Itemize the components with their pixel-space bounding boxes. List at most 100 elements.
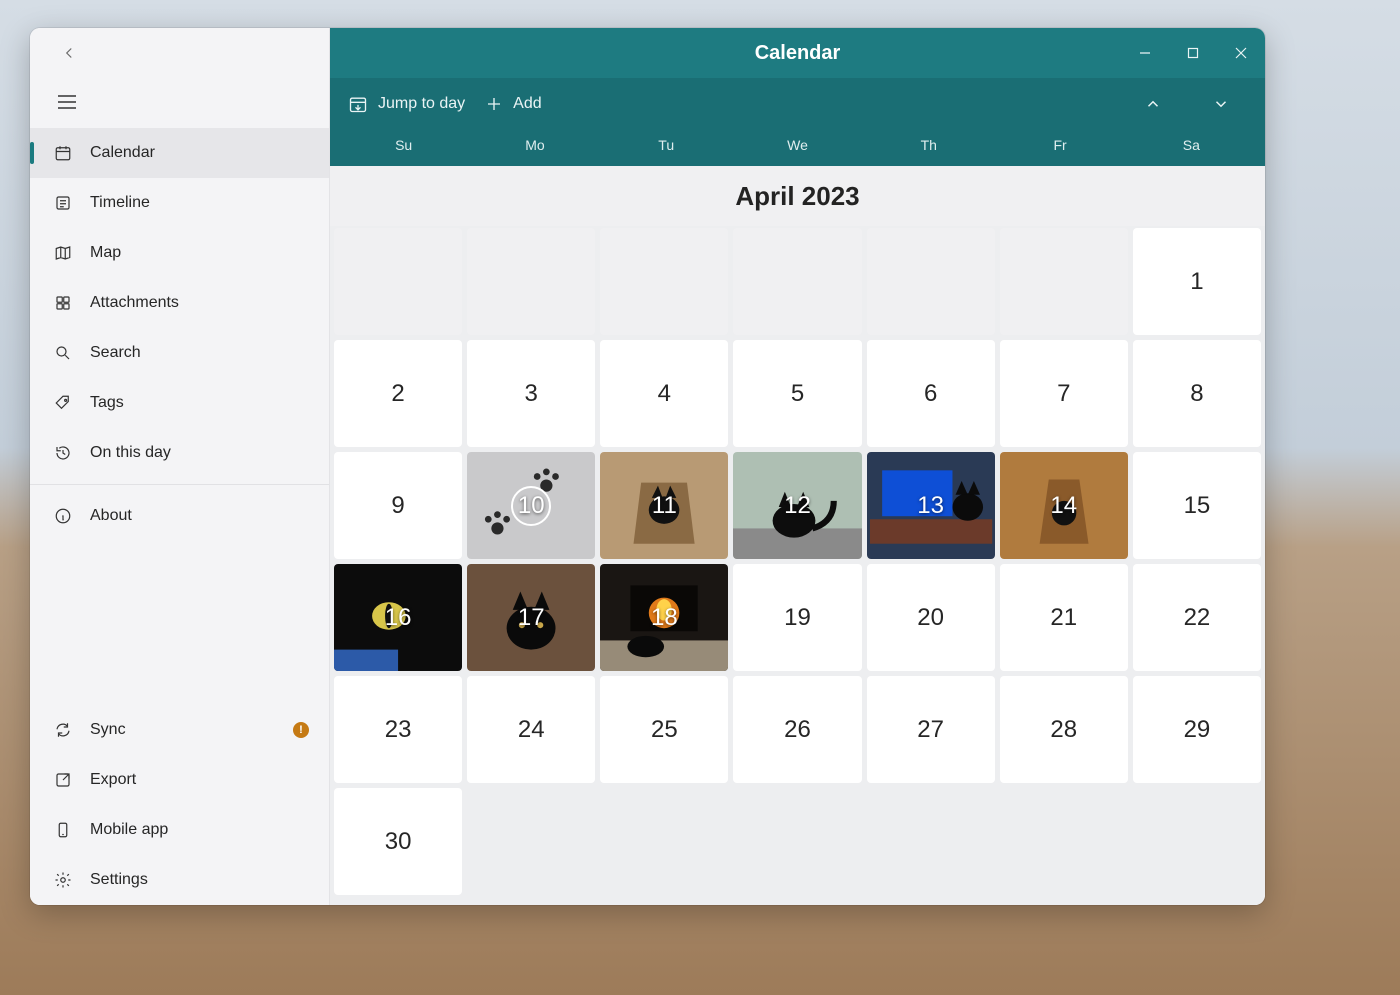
- sidebar-item-label: Mobile app: [90, 821, 168, 839]
- sidebar-item-onthisday[interactable]: On this day: [30, 428, 329, 478]
- weekday-label: Th: [863, 130, 994, 160]
- calendar-jump-icon: [348, 94, 368, 114]
- calendar-day-cell[interactable]: 23: [334, 676, 462, 783]
- calendar-day-cell[interactable]: 22: [1133, 564, 1261, 671]
- weekday-label: We: [732, 130, 863, 160]
- calendar-day-cell[interactable]: 24: [467, 676, 595, 783]
- map-icon: [52, 244, 74, 262]
- jump-to-day-label: Jump to day: [378, 95, 465, 113]
- calendar-day-cell[interactable]: 11: [600, 452, 728, 559]
- weekday-label: Su: [338, 130, 469, 160]
- sidebar-nav: Calendar Timeline Map Attachments: [30, 126, 329, 541]
- maximize-button[interactable]: [1169, 28, 1217, 78]
- day-number: 15: [1184, 492, 1211, 520]
- calendar-day-cell[interactable]: 4: [600, 340, 728, 447]
- plus-icon: [485, 95, 503, 113]
- day-number: 24: [518, 716, 545, 744]
- calendar-day-cell[interactable]: 26: [733, 676, 861, 783]
- day-number: 18: [651, 604, 678, 632]
- sidebar-item-attachments[interactable]: Attachments: [30, 278, 329, 328]
- minimize-button[interactable]: [1121, 28, 1169, 78]
- calendar-day-cell[interactable]: 9: [334, 452, 462, 559]
- calendar-day-cell[interactable]: 6: [867, 340, 995, 447]
- calendar-day-cell[interactable]: 15: [1133, 452, 1261, 559]
- sidebar-item-label: Calendar: [90, 144, 155, 162]
- sidebar-item-mobile[interactable]: Mobile app: [30, 805, 329, 855]
- main-content: Calendar Jump to day: [330, 28, 1265, 905]
- weekday-label: Tu: [601, 130, 732, 160]
- day-number: 16: [385, 604, 412, 632]
- sidebar-item-map[interactable]: Map: [30, 228, 329, 278]
- calendar-day-cell[interactable]: 3: [467, 340, 595, 447]
- calendar-day-cell[interactable]: 19: [733, 564, 861, 671]
- day-number: 21: [1050, 604, 1077, 632]
- calendar-day-cell[interactable]: 30: [334, 788, 462, 895]
- sidebar-item-about[interactable]: About: [30, 491, 329, 541]
- sidebar-item-sync[interactable]: Sync !: [30, 705, 329, 755]
- tag-icon: [52, 394, 74, 412]
- day-number: 17: [518, 604, 545, 632]
- day-number: 11: [652, 492, 677, 520]
- calendar-day-cell[interactable]: 25: [600, 676, 728, 783]
- calendar-day-cell[interactable]: 18: [600, 564, 728, 671]
- day-number: 1: [1190, 268, 1203, 296]
- calendar-day-cell[interactable]: 7: [1000, 340, 1128, 447]
- calendar-icon: [52, 144, 74, 162]
- calendar-day-cell[interactable]: 28: [1000, 676, 1128, 783]
- sidebar-item-label: On this day: [90, 444, 171, 462]
- calendar-day-cell[interactable]: 29: [1133, 676, 1261, 783]
- day-number: 8: [1190, 380, 1203, 408]
- day-number: 4: [658, 380, 671, 408]
- search-icon: [52, 344, 74, 362]
- calendar-day-cell[interactable]: 5: [733, 340, 861, 447]
- calendar-day-cell[interactable]: 13: [867, 452, 995, 559]
- jump-to-day-button[interactable]: Jump to day: [348, 94, 465, 114]
- calendar-day-cell[interactable]: 1: [1133, 228, 1261, 335]
- sidebar-item-tags[interactable]: Tags: [30, 378, 329, 428]
- calendar-day-cell[interactable]: 12: [733, 452, 861, 559]
- gear-icon: [52, 871, 74, 889]
- month-title: April 2023: [330, 166, 1265, 226]
- window-controls: [1121, 28, 1265, 78]
- day-number: 9: [391, 492, 404, 520]
- next-month-button[interactable]: [1197, 84, 1245, 124]
- calendar-day-cell[interactable]: 17: [467, 564, 595, 671]
- sidebar-header: [30, 28, 329, 78]
- day-number: 25: [651, 716, 678, 744]
- prev-month-button[interactable]: [1129, 84, 1177, 124]
- sidebar-item-search[interactable]: Search: [30, 328, 329, 378]
- sidebar-item-calendar[interactable]: Calendar: [30, 128, 329, 178]
- day-number: 26: [784, 716, 811, 744]
- day-number: 10: [511, 486, 551, 526]
- day-number: 19: [784, 604, 811, 632]
- sidebar-item-export[interactable]: Export: [30, 755, 329, 805]
- calendar-grid: 123456789 101112131415161718192021222324…: [330, 226, 1265, 905]
- calendar-day-cell[interactable]: 27: [867, 676, 995, 783]
- sidebar: Calendar Timeline Map Attachments: [30, 28, 330, 905]
- calendar-day-cell[interactable]: 21: [1000, 564, 1128, 671]
- sidebar-item-settings[interactable]: Settings: [30, 855, 329, 905]
- calendar-day-cell[interactable]: 10: [467, 452, 595, 559]
- back-button[interactable]: [50, 36, 88, 70]
- add-button[interactable]: Add: [485, 95, 541, 113]
- sidebar-item-timeline[interactable]: Timeline: [30, 178, 329, 228]
- calendar-day-cell[interactable]: 20: [867, 564, 995, 671]
- calendar-day-cell[interactable]: 2: [334, 340, 462, 447]
- weekday-label: Sa: [1126, 130, 1257, 160]
- day-number: 5: [791, 380, 804, 408]
- calendar-day-cell[interactable]: 14: [1000, 452, 1128, 559]
- calendar-day-cell[interactable]: 8: [1133, 340, 1261, 447]
- calendar-blank-cell: [733, 228, 861, 335]
- sync-badge: !: [293, 722, 309, 738]
- day-number: 2: [391, 380, 404, 408]
- sync-icon: [52, 721, 74, 739]
- hamburger-button[interactable]: [48, 85, 86, 119]
- calendar-blank-cell: [1000, 228, 1128, 335]
- sidebar-item-label: Search: [90, 344, 141, 362]
- calendar-blank-cell: [467, 228, 595, 335]
- calendar-day-cell[interactable]: 16: [334, 564, 462, 671]
- day-number: 3: [525, 380, 538, 408]
- close-button[interactable]: [1217, 28, 1265, 78]
- export-icon: [52, 771, 74, 789]
- day-number: 22: [1184, 604, 1211, 632]
